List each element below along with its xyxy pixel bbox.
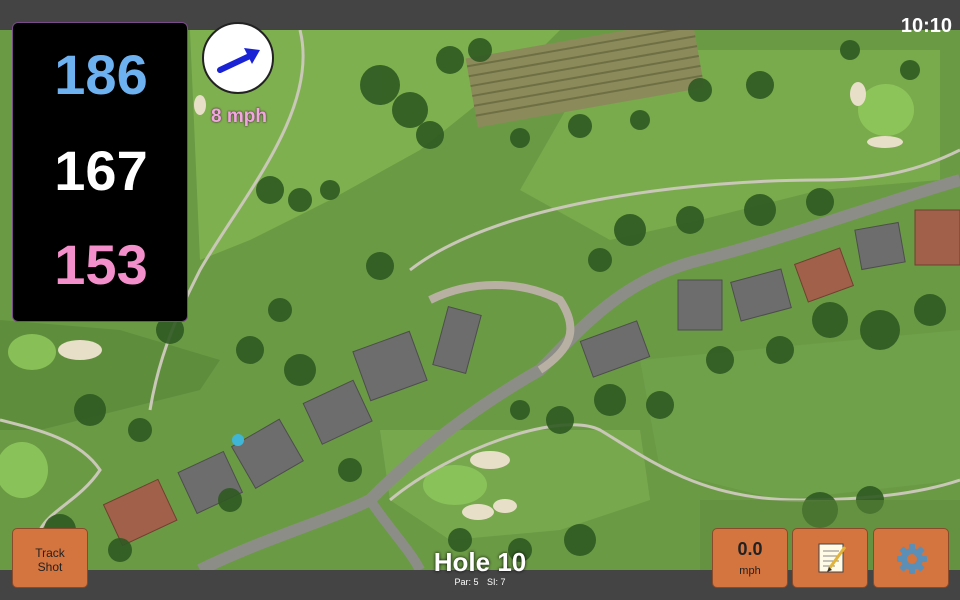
notes-button[interactable] — [792, 528, 868, 588]
distance-panel: 186 167 153 — [12, 22, 188, 322]
wind-speed-label: 8 mph — [211, 106, 267, 127]
speed-value: 0.0 — [737, 539, 763, 559]
gear-icon — [897, 544, 927, 574]
wind-indicator[interactable] — [202, 22, 274, 94]
hole-par: Par: 5 — [454, 577, 479, 587]
hole-title[interactable]: Hole 10 — [380, 547, 580, 577]
speed-button[interactable]: 0.0 mph — [712, 528, 788, 588]
wind-direction-arrow-icon — [217, 48, 260, 73]
track-shot-button[interactable]: Track Shot — [12, 528, 88, 588]
hole-meta: Par: 5 SI: 7 — [380, 577, 580, 588]
hole-si: SI: 7 — [487, 577, 506, 587]
clock-time: 10:10 — [900, 15, 952, 37]
notepad-icon — [818, 543, 847, 573]
settings-button[interactable] — [873, 528, 949, 588]
track-shot-label-line1: Track — [35, 546, 65, 560]
speed-unit: mph — [739, 565, 761, 577]
distance-back: 186 — [54, 43, 148, 106]
distance-middle: 167 — [54, 139, 148, 202]
distance-front: 153 — [54, 233, 148, 296]
track-shot-label-line2: Shot — [37, 560, 63, 574]
